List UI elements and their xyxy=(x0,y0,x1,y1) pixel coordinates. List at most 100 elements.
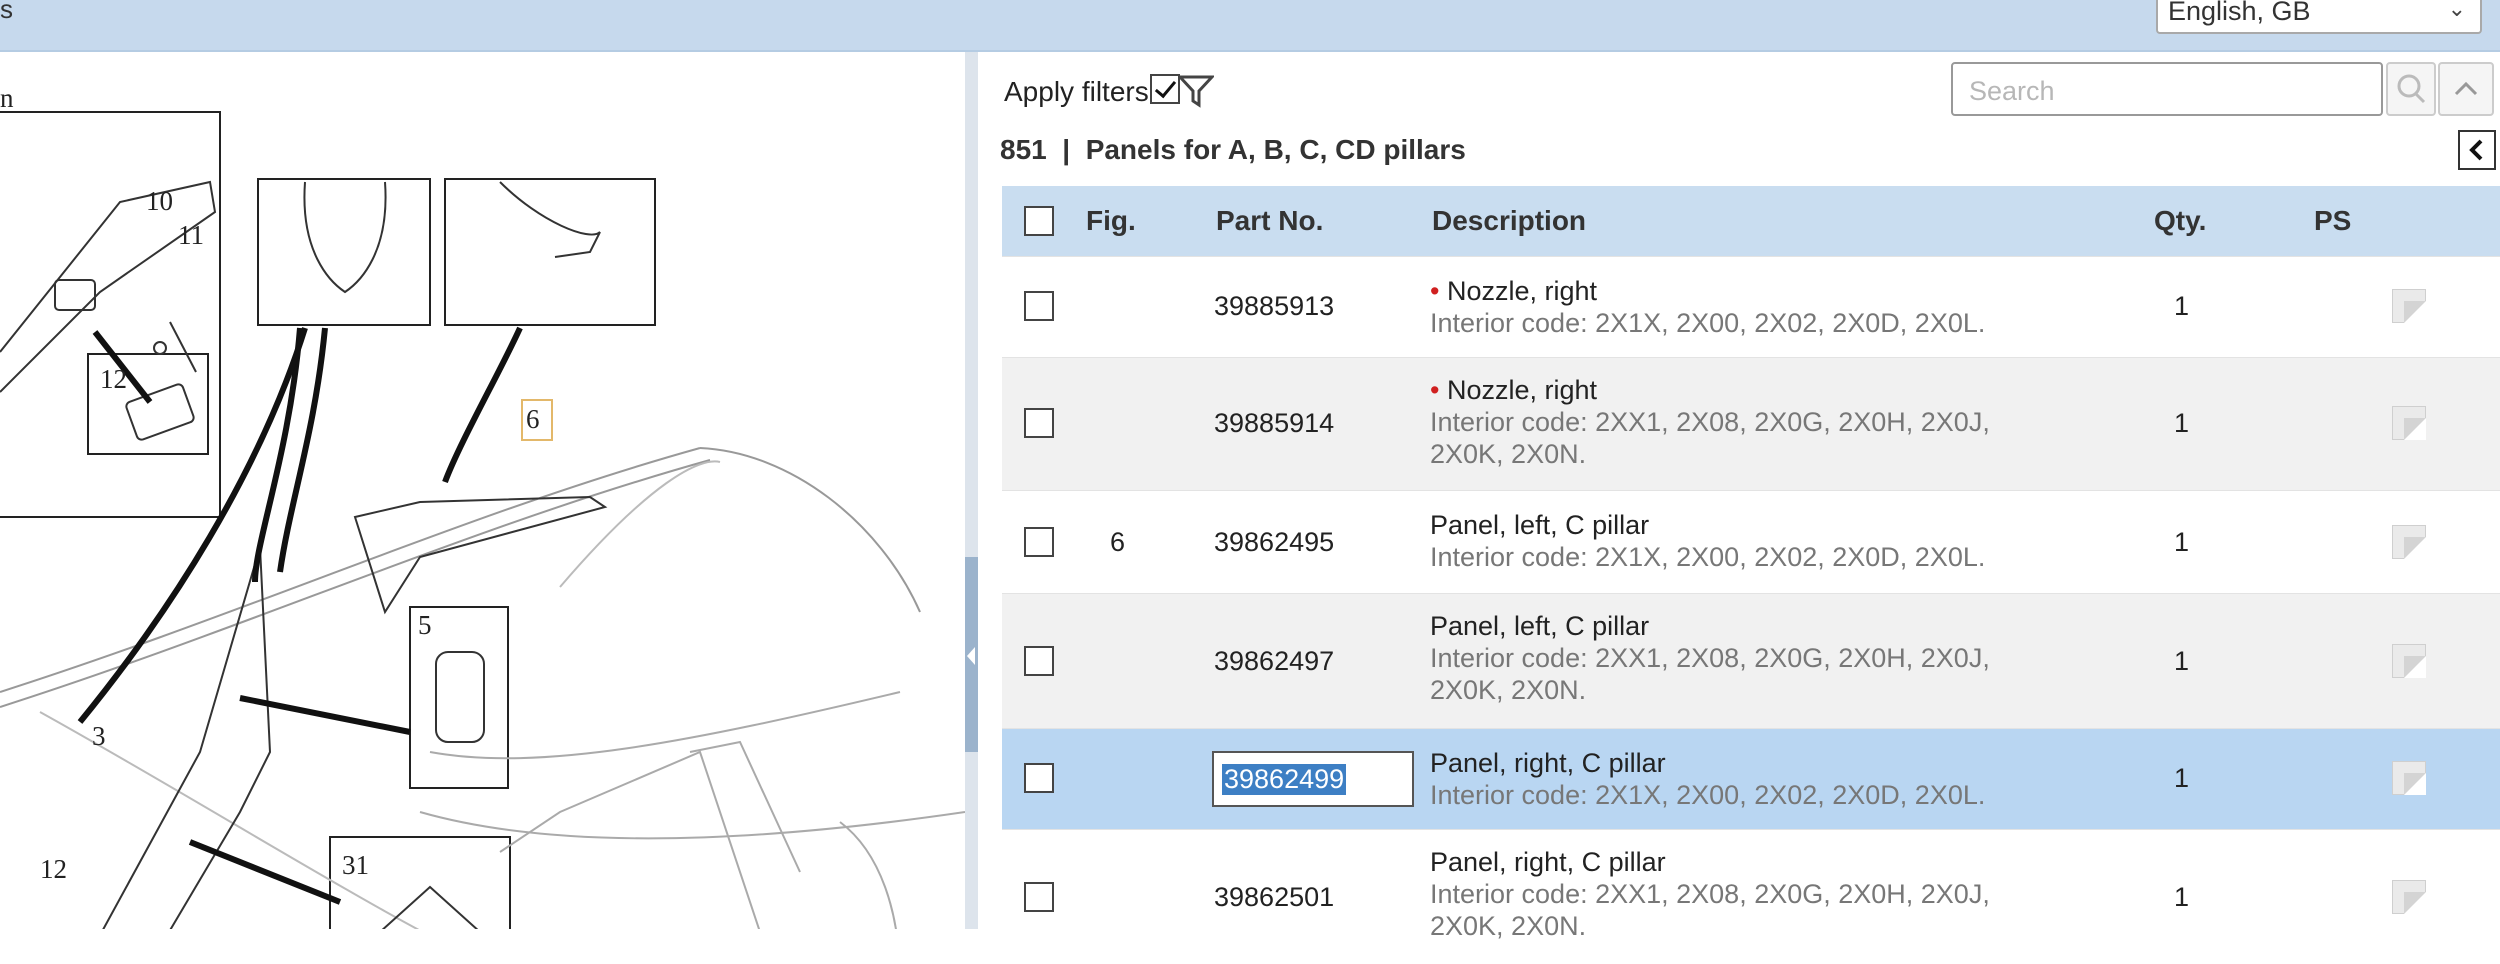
search-button[interactable] xyxy=(2386,62,2436,116)
search-placeholder: Search xyxy=(1969,76,2055,106)
group-title: 851 | Panels for A, B, C, CD pillars xyxy=(1000,134,1466,166)
diagram-inset-frame xyxy=(0,111,221,518)
row-interior-code: Interior code: 2XX1, 2X08, 2X0G, 2X0H, 2… xyxy=(1430,643,1990,673)
note-page-icon[interactable] xyxy=(2392,880,2426,914)
note-dot-icon: • xyxy=(1430,375,1440,405)
apply-filters-label: Apply filters xyxy=(1004,76,1149,107)
row-desc-text: Panel, left, C pillar xyxy=(1430,611,1650,641)
note-page-icon[interactable] xyxy=(2392,525,2426,559)
row-checkbox[interactable] xyxy=(1024,291,1054,321)
table-row[interactable]: 6 39862495 Panel, left, C pillar Interio… xyxy=(1002,490,2500,593)
row-interior-code: Interior code: 2X1X, 2X00, 2X02, 2X0D, 2… xyxy=(1430,542,1986,572)
chevron-left-icon xyxy=(2469,139,2483,161)
select-all-checkbox[interactable] xyxy=(1024,206,1054,236)
row-interior-code: Interior code: 2XX1, 2X08, 2X0G, 2X0H, 2… xyxy=(1430,407,1990,437)
apply-filters-checkbox[interactable] xyxy=(1150,74,1180,104)
row-part-no[interactable]: 39885914 xyxy=(1214,408,1334,439)
callout-12: 12 xyxy=(40,854,67,884)
collapse-panel-button[interactable] xyxy=(2458,130,2496,170)
table-row-selected[interactable]: 39862499 Panel, right, C pillar Interior… xyxy=(1002,728,2500,829)
header-part-no[interactable]: Part No. xyxy=(1216,205,1323,237)
note-page-icon[interactable] xyxy=(2392,289,2426,323)
row-checkbox[interactable] xyxy=(1024,646,1054,676)
note-page-icon[interactable] xyxy=(2392,644,2426,678)
row-qty: 1 xyxy=(2174,763,2190,793)
row-interior-code: Interior code: 2XX1, 2X08, 2X0G, 2X0H, 2… xyxy=(1430,879,1990,909)
header-ps[interactable]: PS xyxy=(2314,205,2351,237)
row-checkbox[interactable] xyxy=(1024,882,1054,912)
top-bar-title: s xyxy=(0,0,13,24)
row-part-no[interactable]: 39885913 xyxy=(1214,291,1334,322)
language-select[interactable]: English, GB ⌄ xyxy=(2156,0,2482,34)
diagram-thumbnail-bracket xyxy=(444,178,656,326)
row-interior-code: Interior code: 2X1X, 2X00, 2X02, 2X0D, 2… xyxy=(1430,308,1986,338)
language-select-value: English, GB xyxy=(2168,0,2311,26)
row-qty: 1 xyxy=(2174,527,2190,557)
row-description: Panel, left, C pillar Interior code: 2XX… xyxy=(1430,610,1990,706)
parts-table: Fig. Part No. Description Qty. PS 398859… xyxy=(1002,186,2500,964)
row-desc-text: Panel, right, C pillar xyxy=(1430,847,1666,877)
callout-12-inset: 12 xyxy=(100,364,127,394)
filter-funnel-icon[interactable] xyxy=(1178,74,1214,108)
row-description: Panel, right, C pillar Interior code: 2X… xyxy=(1430,846,1990,942)
diagram-pane: n 10 11 12 6 5 3 12 31 xyxy=(0,52,966,929)
note-page-icon[interactable] xyxy=(2392,406,2426,440)
row-interior-code: Interior code: 2X1X, 2X00, 2X02, 2X0D, 2… xyxy=(1430,780,1986,810)
callout-10: 10 xyxy=(146,186,173,216)
note-dot-icon: • xyxy=(1430,276,1440,306)
table-row[interactable]: 39885913 • Nozzle, right Interior code: … xyxy=(1002,256,2500,357)
row-desc-text: Panel, left, C pillar xyxy=(1430,510,1650,540)
header-fig[interactable]: Fig. xyxy=(1086,205,1136,237)
row-qty: 1 xyxy=(2174,291,2190,321)
pane-splitter[interactable] xyxy=(965,52,978,929)
diagram-small-label: n xyxy=(0,83,14,113)
parts-diagram[interactable]: n 10 11 12 6 5 3 12 31 xyxy=(0,52,965,929)
search-input[interactable]: Search xyxy=(1951,62,2383,116)
row-interior-code-cont: 2X0K, 2X0N. xyxy=(1430,675,1587,705)
row-description: • Nozzle, right Interior code: 2X1X, 2X0… xyxy=(1430,275,1985,339)
row-desc-text: Nozzle, right xyxy=(1446,276,1598,306)
row-interior-code-cont: 2X0K, 2X0N. xyxy=(1430,911,1587,941)
chevron-down-icon: ⌄ xyxy=(2447,0,2466,21)
table-row[interactable]: 39885914 • Nozzle, right Interior code: … xyxy=(1002,357,2500,490)
row-part-no[interactable]: 39862497 xyxy=(1214,646,1334,677)
table-row[interactable]: 39862497 Panel, left, C pillar Interior … xyxy=(1002,593,2500,728)
header-description[interactable]: Description xyxy=(1432,205,1586,237)
row-checkbox[interactable] xyxy=(1024,763,1054,793)
row-desc-text: Nozzle, right xyxy=(1446,375,1598,405)
search-icon xyxy=(2397,74,2426,104)
table-header: Fig. Part No. Description Qty. PS xyxy=(1002,186,2500,256)
callout-5: 5 xyxy=(418,610,432,640)
row-checkbox[interactable] xyxy=(1024,408,1054,438)
row-qty: 1 xyxy=(2174,408,2190,438)
row-description: Panel, left, C pillar Interior code: 2X1… xyxy=(1430,509,1985,573)
diagram-thumbnail-clip xyxy=(257,178,431,326)
callout-11: 11 xyxy=(178,220,204,250)
scroll-up-button[interactable] xyxy=(2438,62,2494,116)
row-qty: 1 xyxy=(2174,882,2190,912)
parts-list-pane: Apply filters Search 851 | Panels for A,… xyxy=(978,52,2500,964)
collapse-left-icon[interactable] xyxy=(967,647,975,665)
row-qty: 1 xyxy=(2174,646,2190,676)
part-no-selected-text: 39862499 xyxy=(1222,764,1347,795)
row-description: Panel, right, C pillar Interior code: 2X… xyxy=(1430,747,1985,811)
callout-3: 3 xyxy=(92,721,106,751)
part-no-edit-field[interactable]: 39862499 xyxy=(1212,751,1414,807)
row-fig: 6 xyxy=(1110,527,1126,557)
group-name: Panels for A, B, C, CD pillars xyxy=(1085,134,1466,165)
row-checkbox[interactable] xyxy=(1024,527,1054,557)
group-separator: | xyxy=(1062,134,1071,165)
row-part-no[interactable]: 39862501 xyxy=(1214,882,1334,913)
note-page-icon[interactable] xyxy=(2392,761,2426,795)
callout-6: 6 xyxy=(526,404,540,434)
row-desc-text: Panel, right, C pillar xyxy=(1430,748,1666,778)
header-qty[interactable]: Qty. xyxy=(2154,205,2206,237)
callout-31: 31 xyxy=(342,850,369,880)
row-part-no[interactable]: 39862495 xyxy=(1214,527,1334,558)
table-row[interactable]: 39862501 Panel, right, C pillar Interior… xyxy=(1002,829,2500,964)
group-number: 851 xyxy=(1000,134,1047,165)
row-description: • Nozzle, right Interior code: 2XX1, 2X0… xyxy=(1430,374,1990,470)
chevron-up-icon xyxy=(2454,81,2478,96)
row-interior-code-cont: 2X0K, 2X0N. xyxy=(1430,439,1587,469)
top-bar: s English, GB ⌄ xyxy=(0,0,2500,52)
